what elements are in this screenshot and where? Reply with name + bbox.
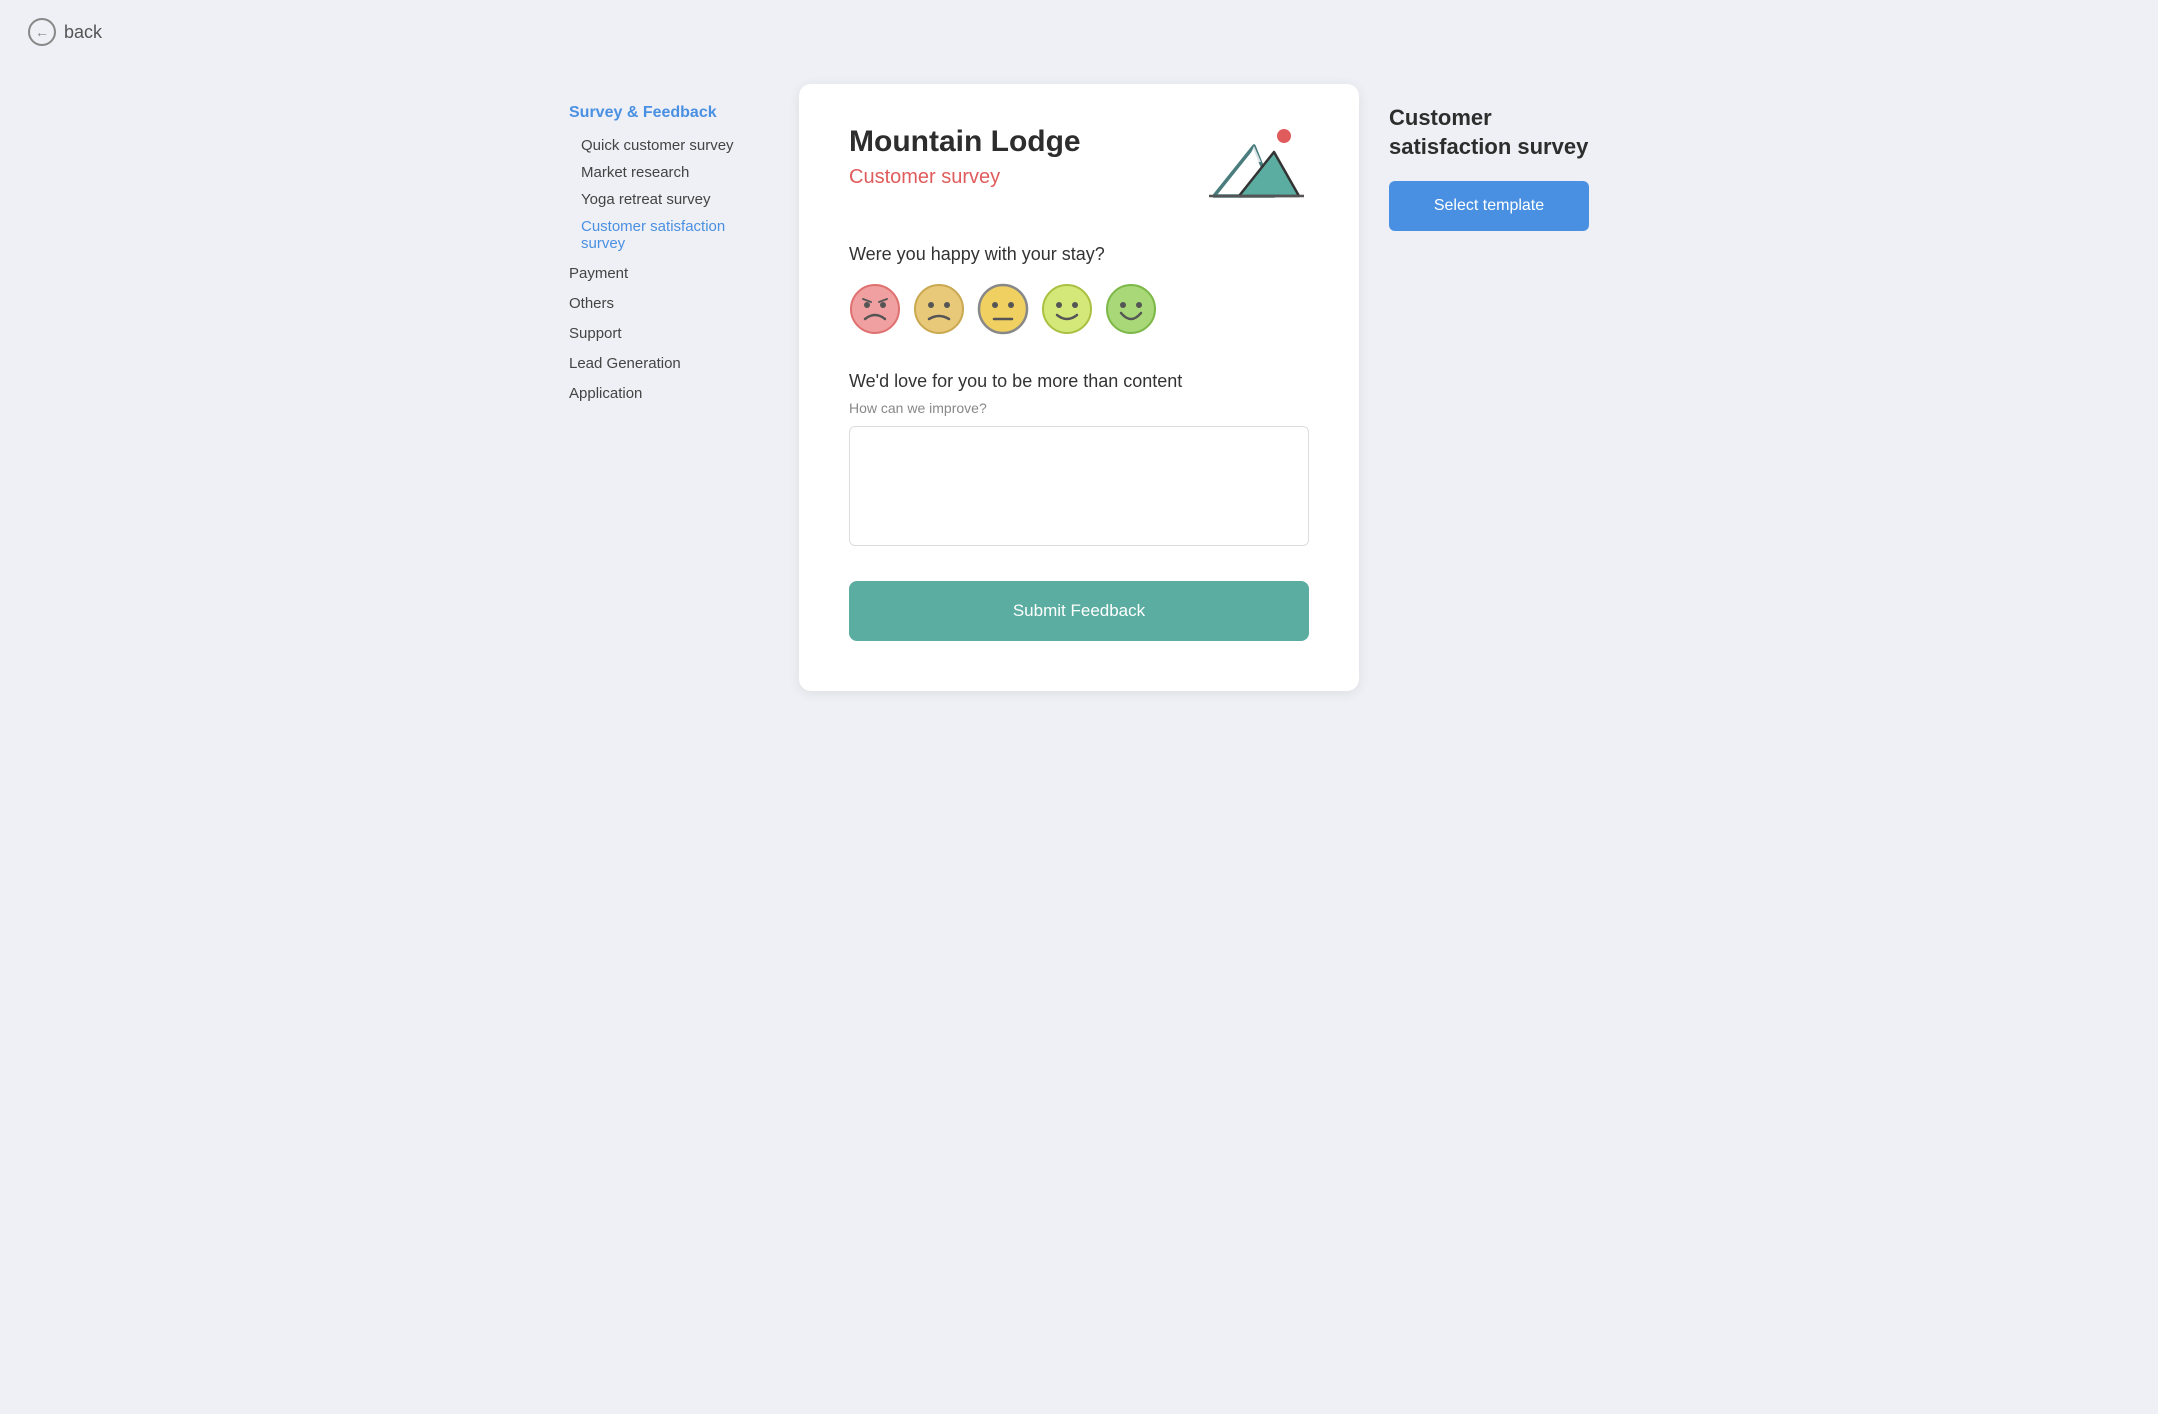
submit-feedback-button[interactable]: Submit Feedback xyxy=(849,581,1309,641)
sidebar-item-market-research[interactable]: Market research xyxy=(569,159,769,186)
sidebar-group-payment[interactable]: Payment xyxy=(569,257,769,287)
sidebar-group-support[interactable]: Support xyxy=(569,317,769,347)
survey-question-2: We'd love for you to be more than conten… xyxy=(849,371,1309,392)
top-bar: ← back xyxy=(0,0,2158,64)
emoji-neutral[interactable] xyxy=(977,283,1029,335)
feedback-textarea[interactable] xyxy=(849,426,1309,546)
sidebar-group-others[interactable]: Others xyxy=(569,287,769,317)
back-button[interactable]: ← back xyxy=(28,18,102,46)
card-title-group: Mountain Lodge Customer survey xyxy=(849,124,1081,189)
preview-card: Mountain Lodge Customer survey Were you … xyxy=(799,84,1359,691)
company-name: Mountain Lodge xyxy=(849,124,1081,160)
card-subtitle: Customer survey xyxy=(849,166,1081,189)
sidebar-category-survey-feedback[interactable]: Survey & Feedback xyxy=(569,104,769,122)
emoji-happy[interactable] xyxy=(1105,283,1157,335)
back-arrow-icon: ← xyxy=(28,18,56,46)
emoji-very-unhappy[interactable] xyxy=(849,283,901,335)
sidebar-item-customer-satisfaction-survey[interactable]: Customer satisfaction survey xyxy=(569,213,769,257)
sidebar: Survey & Feedback Quick customer survey … xyxy=(569,84,769,407)
sidebar-item-quick-customer-survey[interactable]: Quick customer survey xyxy=(569,132,769,159)
survey-question-1: Were you happy with your stay? xyxy=(849,244,1309,265)
emoji-slightly-happy[interactable] xyxy=(1041,283,1093,335)
right-panel: Customer satisfaction survey Select temp… xyxy=(1389,84,1589,231)
sidebar-item-yoga-retreat-survey[interactable]: Yoga retreat survey xyxy=(569,186,769,213)
card-header: Mountain Lodge Customer survey xyxy=(849,124,1309,204)
emoji-unhappy[interactable] xyxy=(913,283,965,335)
emoji-row xyxy=(849,283,1309,335)
back-label: back xyxy=(64,22,102,43)
sidebar-group-lead-generation[interactable]: Lead Generation xyxy=(569,347,769,377)
template-title: Customer satisfaction survey xyxy=(1389,104,1589,161)
main-layout: Survey & Feedback Quick customer survey … xyxy=(0,64,2158,731)
select-template-button[interactable]: Select template xyxy=(1389,181,1589,231)
sidebar-group-application[interactable]: Application xyxy=(569,377,769,407)
survey-question-2-sub: How can we improve? xyxy=(849,400,1309,416)
mountain-logo-icon xyxy=(1199,124,1309,204)
